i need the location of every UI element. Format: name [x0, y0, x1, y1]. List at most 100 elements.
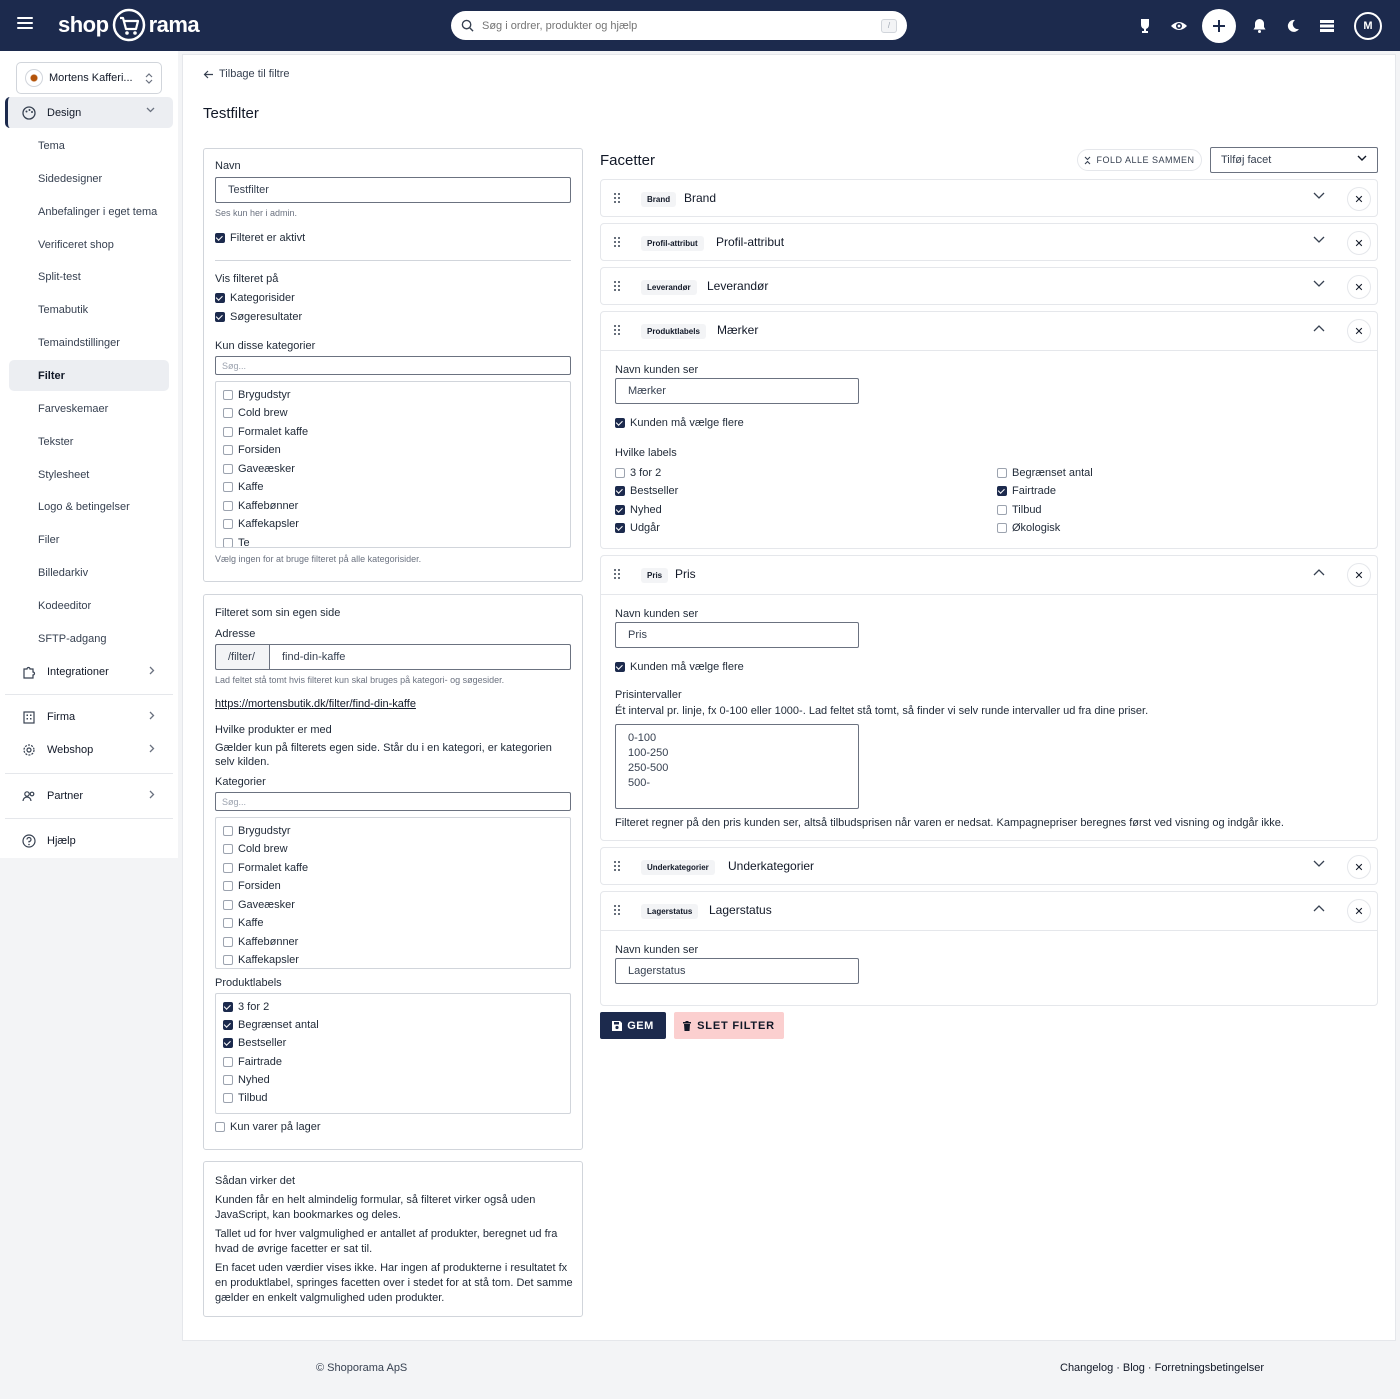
name-input[interactable]: Testfilter: [215, 177, 571, 203]
own-category-list[interactable]: Brygudstyr Cold brew Formalet kaffe Fors…: [215, 817, 571, 969]
facet-header[interactable]: Leverandør Leverandør ✕: [601, 268, 1377, 306]
sidebar-item-tema[interactable]: Tema: [9, 130, 169, 161]
award-icon[interactable]: [1134, 15, 1156, 37]
customer-name-input[interactable]: Pris: [615, 622, 859, 648]
sidebar-item-split-test[interactable]: Split-test: [9, 261, 169, 292]
category-search-input[interactable]: Søg...: [215, 356, 571, 375]
list-item[interactable]: Brygudstyr: [223, 825, 291, 837]
facet-header[interactable]: Brand Brand ✕: [601, 180, 1377, 218]
sidebar-item-farveskemaer[interactable]: Farveskemaer: [9, 393, 169, 424]
category-list[interactable]: Brygudstyr Cold brew Formalet kaffe Fors…: [215, 381, 571, 548]
footer-link-changelog[interactable]: Changelog: [1060, 1362, 1113, 1374]
sidebar-item-filter[interactable]: Filter: [9, 360, 169, 391]
sidebar-item-tekster[interactable]: Tekster: [9, 426, 169, 457]
drag-handle-icon[interactable]: [614, 325, 622, 337]
drag-handle-icon[interactable]: [614, 905, 622, 917]
nav-group-webshop[interactable]: Webshop: [5, 734, 173, 765]
list-item[interactable]: Cold brew: [223, 407, 288, 419]
intervals-textarea[interactable]: 0-100 100-250 250-500 500-: [615, 724, 859, 809]
save-button[interactable]: GEM: [600, 1012, 666, 1039]
label-checkbox[interactable]: Økologisk: [997, 522, 1060, 534]
list-item[interactable]: Tilbud: [223, 1092, 268, 1104]
label-checkbox[interactable]: Begrænset antal: [997, 467, 1093, 479]
show-on-category-checkbox[interactable]: Kategorisider: [215, 292, 295, 304]
list-item[interactable]: Forsiden: [223, 444, 281, 456]
list-item[interactable]: Kaffekapsler: [223, 954, 299, 966]
multi-select-checkbox[interactable]: Kunden må vælge flere: [615, 661, 744, 673]
nav-group-design[interactable]: Design: [5, 97, 173, 128]
menu-icon[interactable]: [17, 17, 33, 31]
facet-header[interactable]: Pris Pris ✕: [601, 556, 1377, 594]
in-stock-checkbox[interactable]: Kun varer på lager: [215, 1121, 321, 1133]
facet-header[interactable]: Underkategorier Underkategorier ✕: [601, 848, 1377, 886]
list-item[interactable]: Kaffebønner: [223, 936, 298, 948]
drag-handle-icon[interactable]: [614, 281, 622, 293]
chevron-down-icon[interactable]: [1313, 192, 1325, 200]
sidebar-item-sftp-adgang[interactable]: SFTP-adgang: [9, 623, 169, 654]
global-search[interactable]: /: [451, 11, 907, 40]
show-on-search-checkbox[interactable]: Søgeresultater: [215, 311, 302, 323]
list-item[interactable]: Brygudstyr: [223, 389, 291, 401]
filter-url-link[interactable]: https://mortensbutik.dk/filter/find-din-…: [215, 698, 416, 710]
list-item[interactable]: Gaveæsker: [223, 899, 295, 911]
drag-handle-icon[interactable]: [614, 861, 622, 873]
remove-facet-button[interactable]: ✕: [1347, 899, 1371, 923]
active-checkbox[interactable]: Filteret er aktivt: [215, 232, 305, 244]
remove-facet-button[interactable]: ✕: [1347, 563, 1371, 587]
list-item[interactable]: Fairtrade: [223, 1056, 282, 1068]
sidebar-item-stylesheet[interactable]: Stylesheet: [9, 459, 169, 490]
label-checkbox[interactable]: Nyhed: [615, 504, 662, 516]
own-category-search-input[interactable]: Søg...: [215, 792, 571, 811]
footer-link-terms[interactable]: Forretningsbetingelser: [1155, 1362, 1264, 1374]
chevron-down-icon[interactable]: [1313, 860, 1325, 868]
layout-icon[interactable]: [1316, 15, 1338, 37]
remove-facet-button[interactable]: ✕: [1347, 275, 1371, 299]
drag-handle-icon[interactable]: [614, 193, 622, 205]
shoporama-logo[interactable]: shop rama: [58, 8, 200, 42]
multi-select-checkbox[interactable]: Kunden må vælge flere: [615, 417, 744, 429]
search-input[interactable]: [482, 19, 881, 32]
list-item[interactable]: Te: [223, 537, 250, 547]
list-item[interactable]: Kaffe: [223, 917, 264, 929]
eye-icon[interactable]: [1168, 15, 1190, 37]
facet-header[interactable]: Lagerstatus Lagerstatus ✕: [601, 892, 1377, 930]
nav-group-hjaelp[interactable]: Hjælp: [5, 825, 173, 856]
list-item[interactable]: Bestseller: [223, 1037, 286, 1049]
remove-facet-button[interactable]: ✕: [1347, 187, 1371, 211]
sidebar-item-billedarkiv[interactable]: Billedarkiv: [9, 557, 169, 588]
label-checkbox[interactable]: Bestseller: [615, 485, 678, 497]
drag-handle-icon[interactable]: [614, 569, 622, 581]
product-labels-list[interactable]: 3 for 2 Begrænset antal Bestseller Fairt…: [215, 993, 571, 1114]
list-item[interactable]: Formalet kaffe: [223, 426, 308, 438]
list-item[interactable]: Begrænset antal: [223, 1019, 319, 1031]
address-input[interactable]: find-din-kaffe: [269, 644, 571, 670]
facet-header[interactable]: Produktlabels Mærker ✕: [601, 312, 1377, 350]
nav-group-partner[interactable]: Partner: [5, 780, 173, 811]
nav-group-integrationer[interactable]: Integrationer: [5, 656, 173, 687]
label-checkbox[interactable]: Fairtrade: [997, 485, 1056, 497]
label-checkbox[interactable]: 3 for 2: [615, 467, 661, 479]
label-checkbox[interactable]: Udgår: [615, 522, 660, 534]
add-facet-select[interactable]: Tilføj facet: [1210, 147, 1378, 173]
chevron-up-icon[interactable]: [1313, 324, 1325, 332]
shop-selector[interactable]: Mortens Kafferi...: [16, 62, 162, 94]
user-avatar[interactable]: M: [1354, 11, 1382, 40]
sidebar-item-filer[interactable]: Filer: [9, 524, 169, 555]
list-item[interactable]: Kaffekapsler: [223, 518, 299, 530]
nav-group-firma[interactable]: Firma: [5, 701, 173, 732]
facet-header[interactable]: Profil-attribut Profil-attribut ✕: [601, 224, 1377, 262]
remove-facet-button[interactable]: ✕: [1347, 231, 1371, 255]
chevron-up-icon[interactable]: [1313, 568, 1325, 576]
chevron-down-icon[interactable]: [1313, 280, 1325, 288]
list-item[interactable]: Cold brew: [223, 843, 288, 855]
sidebar-item-anbefalinger[interactable]: Anbefalinger i eget tema: [9, 196, 169, 227]
customer-name-input[interactable]: Mærker: [615, 378, 859, 404]
list-item[interactable]: 3 for 2: [223, 1001, 269, 1013]
sidebar-item-temaindstillinger[interactable]: Temaindstillinger: [9, 327, 169, 358]
delete-filter-button[interactable]: SLET FILTER: [674, 1012, 784, 1039]
sidebar-item-verificeret-shop[interactable]: Verificeret shop: [9, 229, 169, 260]
back-link[interactable]: Tilbage til filtre: [203, 68, 290, 80]
remove-facet-button[interactable]: ✕: [1347, 855, 1371, 879]
plus-icon[interactable]: [1202, 8, 1236, 43]
sidebar-item-kodeeditor[interactable]: Kodeeditor: [9, 590, 169, 621]
